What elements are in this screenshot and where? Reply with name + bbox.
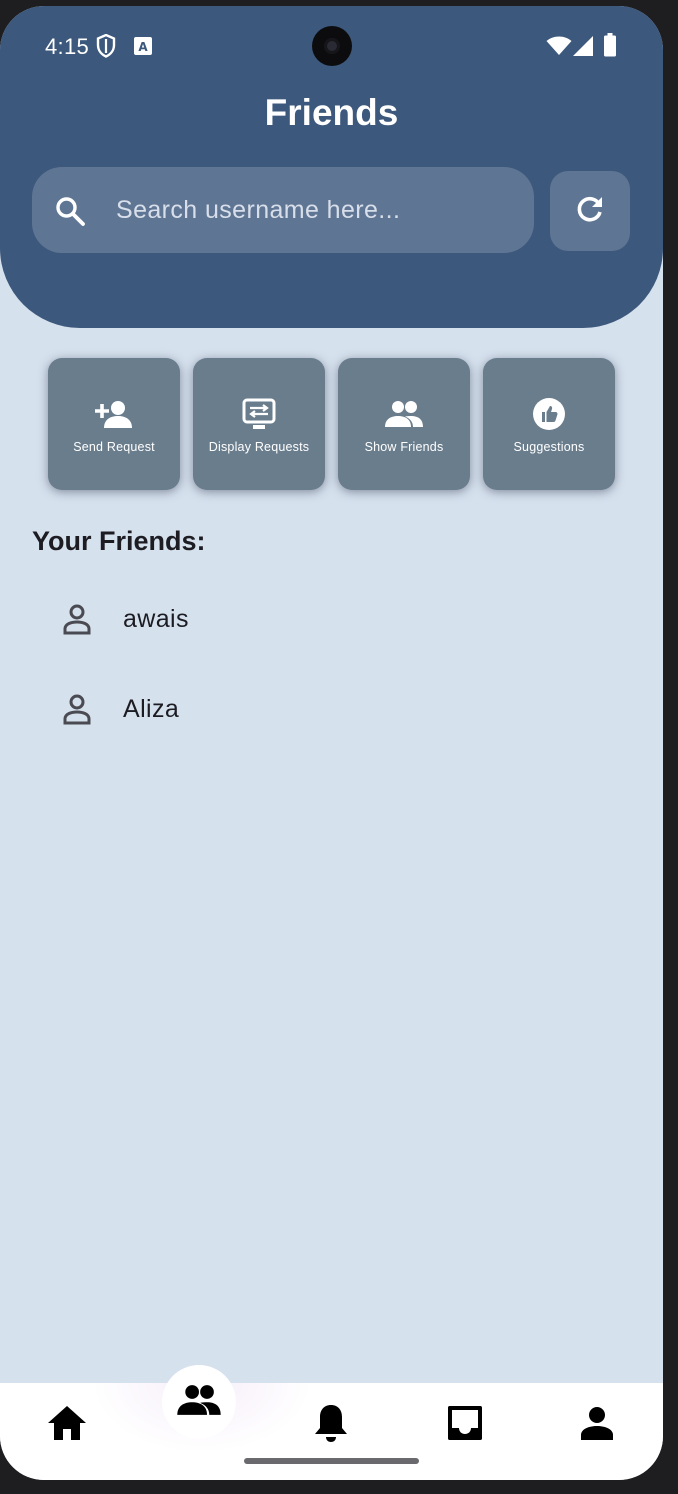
display-requests-button[interactable]: Display Requests xyxy=(193,358,325,490)
battery-icon xyxy=(604,33,616,62)
person-outline-icon xyxy=(60,602,94,641)
send-request-button[interactable]: Send Request xyxy=(48,358,180,490)
svg-text:A: A xyxy=(138,40,148,54)
shield-icon xyxy=(96,33,116,63)
thumb-up-icon xyxy=(532,396,566,432)
show-friends-label: Show Friends xyxy=(364,440,444,454)
friend-list-item[interactable]: Aliza xyxy=(60,682,620,742)
display-requests-label: Display Requests xyxy=(208,440,310,454)
suggestions-label: Suggestions xyxy=(513,440,585,454)
status-time: 4:15 xyxy=(45,34,90,59)
inbox-icon xyxy=(446,1404,484,1447)
friend-name: Aliza xyxy=(123,695,180,723)
search-box[interactable] xyxy=(32,167,534,253)
search-input[interactable] xyxy=(116,189,516,231)
show-friends-button[interactable]: Show Friends xyxy=(338,358,470,490)
home-indicator[interactable] xyxy=(244,1458,419,1464)
person-outline-icon xyxy=(60,692,94,731)
action-buttons: Send Request Display Requests Show Frien… xyxy=(48,358,616,492)
person-icon xyxy=(579,1405,615,1446)
send-request-label: Send Request xyxy=(73,440,155,454)
page-title: Friends xyxy=(264,92,399,133)
nav-home[interactable] xyxy=(42,1403,92,1447)
phone-frame: 4:15 A Friends Search username here... S… xyxy=(0,0,678,1494)
refresh-button[interactable] xyxy=(550,171,630,251)
friend-name: awais xyxy=(123,605,189,633)
header: 4:15 A Friends xyxy=(0,6,663,328)
home-icon xyxy=(46,1404,88,1447)
refresh-icon xyxy=(575,194,605,229)
display-requests-icon xyxy=(242,396,276,432)
nav-friends[interactable] xyxy=(162,1365,236,1439)
screen: 4:15 A Friends Search username here... S… xyxy=(0,6,663,1480)
bell-icon xyxy=(313,1402,349,1449)
friend-list-item[interactable]: awais xyxy=(60,592,620,652)
search-icon xyxy=(54,195,86,232)
people-icon xyxy=(176,1384,222,1421)
nav-inbox[interactable] xyxy=(440,1403,490,1447)
front-camera xyxy=(312,26,352,66)
nav-profile[interactable] xyxy=(572,1403,622,1447)
people-icon xyxy=(385,396,423,432)
cellular-signal-icon xyxy=(573,35,594,62)
accessibility-a-icon: A xyxy=(134,37,152,60)
status-bar: 4:15 A xyxy=(0,6,663,86)
nav-notifications[interactable] xyxy=(306,1402,356,1448)
your-friends-heading: Your Friends: xyxy=(32,526,206,556)
suggestions-button[interactable]: Suggestions xyxy=(483,358,615,490)
wifi-icon xyxy=(546,36,572,61)
person-add-icon xyxy=(94,396,134,432)
